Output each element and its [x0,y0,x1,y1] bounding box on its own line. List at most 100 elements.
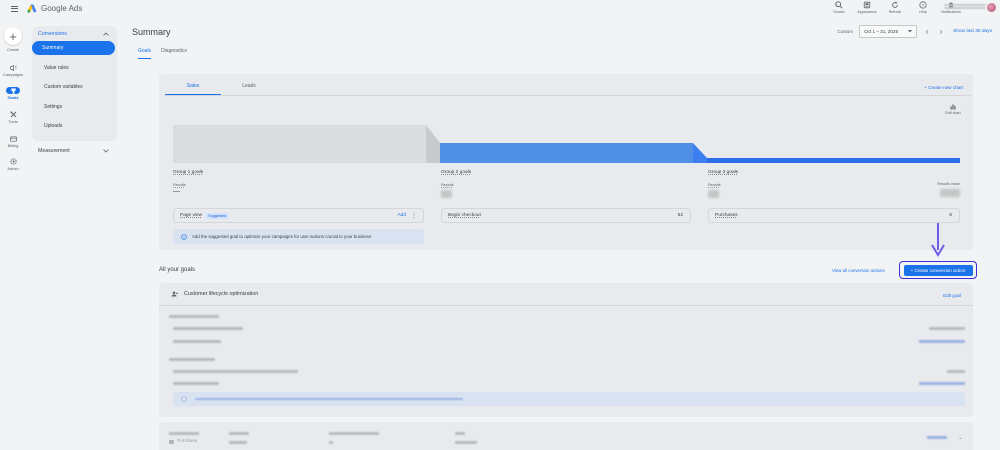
group-3-goals: Group 3 goals Results Results value [708,170,960,198]
blurred-text [173,370,298,373]
cart-icon [169,439,174,444]
left-rail: + Create Campaigns Goals Tools Billing A… [0,17,26,450]
edit-goal-link[interactable]: Edit goal [943,293,961,298]
group-3-results-value-amount [940,189,960,197]
refresh-tool-label: Refresh [888,9,902,14]
rail-item-billing-label: Billing [7,143,19,148]
conversions-chart-card: Sales Leads + Create new chart Edit char… [159,74,973,250]
group-3-results-value-block: Results value [937,182,960,197]
tools-icon [9,111,16,118]
group-2-title[interactable]: Group 2 goals [441,170,701,175]
group-1-goals: Group 1 goals Results — [173,170,433,195]
rail-item-goals[interactable]: Goals [0,87,26,100]
side-nav: Conversions Summary Value rules Custom v… [32,26,117,141]
goals-icon [10,88,16,94]
funnel-group2-bar [440,143,693,163]
blurred-text [229,441,247,444]
lifecycle-title: Customer lifecycle optimization [184,291,259,297]
blurred-text [195,397,463,400]
divider [159,305,973,306]
nav-section-conversions[interactable]: Conversions [32,26,117,41]
rail-item-goals-label: Goals [7,95,19,100]
google-ads-logo[interactable]: Google Ads [27,4,82,13]
account-info[interactable] [944,2,986,12]
next-period-icon[interactable]: › [937,27,945,36]
blurred-text [169,432,199,435]
billing-icon [9,135,17,142]
rail-item-admin[interactable]: Admin [0,158,26,171]
top-tools: Search Appearance Refresh ? Help Notific… [830,0,961,17]
blurred-text [919,382,965,385]
create-conversion-action-button[interactable]: + Create conversion action [903,264,973,276]
lifecycle-info-bar [173,392,965,406]
blurred-text [173,340,221,343]
blurred-text [947,370,965,373]
main-menu-icon[interactable] [6,2,22,16]
google-ads-logo-icon [27,4,37,13]
funnel-group3-bar [707,158,960,163]
refresh-tool[interactable]: Refresh [886,0,904,14]
tab-diagnostics[interactable]: Diagnostics [161,48,187,59]
goal-count: 52 [677,213,683,218]
more-vert-icon[interactable]: ⋮ [411,212,417,219]
rail-item-campaigns-label: Campaigns [2,72,24,77]
nav-item-uploads[interactable]: Uploads [32,117,117,137]
people-icon [171,291,178,297]
create-button[interactable]: + [4,27,22,45]
svg-text:?: ? [922,3,925,8]
goal-count: 6 [949,213,952,218]
blurred-text [329,432,379,435]
blurred-text [173,382,219,385]
funnel-group1-bar [173,125,440,163]
tab-goals[interactable]: Goals [138,48,152,59]
blurred-text [229,432,249,435]
group-1-results-value: — [173,188,180,195]
nav-section-measurement[interactable]: Measurement [32,148,117,154]
add-goal-button[interactable]: Add [397,213,406,218]
help-icon: ? [919,1,927,9]
search-tool[interactable]: Search [830,0,848,14]
avatar[interactable] [987,3,996,12]
goal-name: Page view [180,213,203,218]
nav-item-value-rules[interactable]: Value rules [32,58,117,78]
group-2-goals: Group 2 goals Results [441,170,701,198]
nav-measurement-label: Measurement [38,148,70,154]
date-range-controls: Custom Oct 1 – 31, 2025 ‹ › Show last 30… [838,25,992,38]
blurred-text [173,327,243,330]
appearance-tool[interactable]: Appearance [857,0,877,14]
admin-icon [9,158,17,165]
arrow-down-icon [931,223,945,257]
nav-item-settings[interactable]: Settings [32,97,117,117]
info-text: Add the suggested goal to optimize your … [192,234,372,239]
group-3-results-value-label: Results value [937,182,960,186]
page-title: Summary [132,27,171,37]
expand-icon[interactable]: ⌄ [958,434,963,441]
goal-row-begin-checkout[interactable]: Begin checkout 52 [441,208,691,223]
table-row[interactable]: Purchase [169,439,197,444]
blurred-text [919,340,965,343]
dropdown-arrow-icon [908,30,913,33]
rail-item-campaigns[interactable]: Campaigns [0,64,26,77]
group-1-title[interactable]: Group 1 goals [173,170,433,175]
nav-item-custom-variables[interactable]: Custom variables [32,78,117,98]
rail-item-billing[interactable]: Billing [0,135,26,148]
help-tool[interactable]: ? Help [914,0,932,14]
goal-row-page-view[interactable]: Page view Suggested Add ⋮ [173,208,424,223]
main-tabs: Goals Diagnostics [138,48,187,59]
refresh-icon [892,1,898,8]
top-bar: Google Ads Search Appearance Refresh ? H… [0,0,1000,17]
blurred-text [329,441,333,444]
view-all-conversion-actions-link[interactable]: View all conversion actions [832,268,885,273]
goal-row-purchases[interactable]: Purchases 6 [708,208,960,223]
group-3-title[interactable]: Group 3 goals [708,170,960,175]
conversion-actions-table: Purchase ⌄ [159,422,973,450]
group-2-results-label: Results [441,183,454,187]
date-range-select[interactable]: Oct 1 – 31, 2025 [859,25,918,38]
info-icon [181,396,187,402]
nav-item-summary[interactable]: Summary [32,41,115,55]
show-last-30-days-link[interactable]: Show last 30 days [953,29,992,34]
group-2-results-value [441,190,452,198]
previous-period-icon[interactable]: ‹ [923,27,931,36]
rail-item-tools[interactable]: Tools [0,111,26,124]
group-3-results-label: Results [708,183,721,187]
